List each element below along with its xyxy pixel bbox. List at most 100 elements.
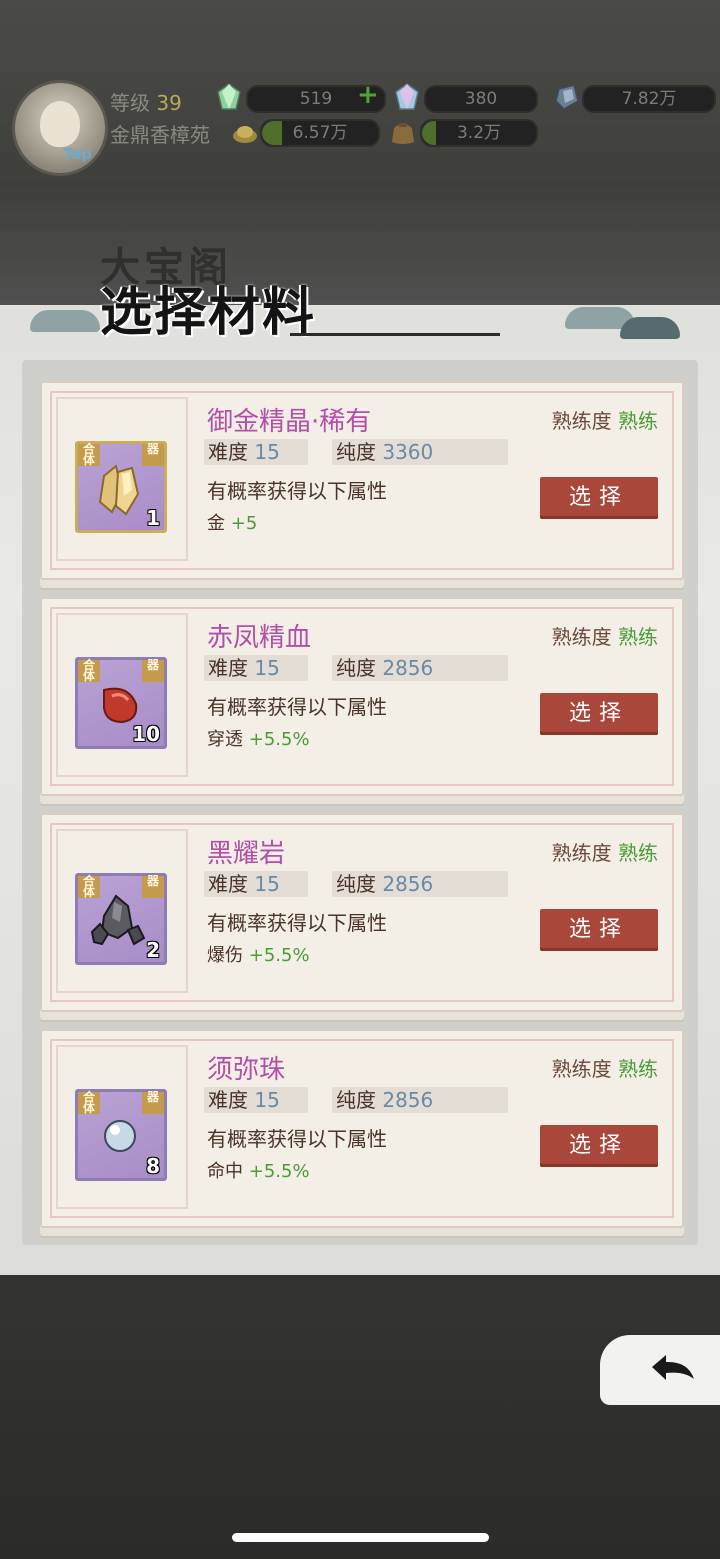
attribute-bonus: 穿透 +5.5% xyxy=(207,725,310,751)
mastery-label: 熟练度 熟练 xyxy=(552,837,658,866)
purity-stat: 纯度 2856 xyxy=(332,1087,508,1113)
purity-label: 纯度 xyxy=(336,1088,376,1112)
attribute-name: 穿透 xyxy=(207,729,243,750)
pearl-icon xyxy=(104,1120,136,1152)
material-card: 合体 器 10 赤凤精血 熟练度 熟练 难度 15 纯度 2856 有概率获得以… xyxy=(40,597,684,796)
material-count: 10 xyxy=(132,722,160,746)
material-count: 2 xyxy=(146,938,160,962)
level-label: 等级 39 xyxy=(110,87,182,116)
blue-ore-icon xyxy=(555,84,579,110)
purity-value: 2856 xyxy=(382,1088,434,1112)
chance-description: 有概率获得以下属性 xyxy=(207,1127,387,1151)
resource-value: 380 xyxy=(464,89,498,109)
purity-label: 纯度 xyxy=(336,872,376,896)
cloud-decoration xyxy=(620,317,680,339)
attribute-bonus: 命中 +5.5% xyxy=(207,1157,310,1183)
material-count: 8 xyxy=(146,1154,160,1178)
bag-icon xyxy=(392,123,414,144)
green-crystal-icon xyxy=(217,83,241,110)
blood-drop-icon xyxy=(103,687,138,724)
select-button[interactable]: 选择 xyxy=(540,477,658,519)
material-icon-slot[interactable]: 合体 器 8 xyxy=(75,1089,167,1181)
obsidian-rock-icon xyxy=(90,894,146,946)
purity-label: 纯度 xyxy=(336,440,376,464)
purity-stat: 纯度 2856 xyxy=(332,655,508,681)
purity-value: 3360 xyxy=(382,440,434,464)
title-underline xyxy=(290,333,500,336)
resource-bar-gold: 6.57万 xyxy=(260,119,380,147)
chance-description: 有概率获得以下属性 xyxy=(207,479,387,503)
tag-left: 合体 xyxy=(78,659,100,682)
add-resource-button[interactable]: + xyxy=(357,80,379,110)
difficulty-value: 15 xyxy=(254,440,280,464)
page-title: 选择材料 xyxy=(100,282,317,343)
select-button[interactable]: 选择 xyxy=(540,693,658,735)
resource-bar-rainbow-crystal: 380 xyxy=(424,85,538,113)
chance-description: 有概率获得以下属性 xyxy=(207,695,387,719)
resource-fill xyxy=(262,121,282,145)
resource-bar-blue-ore: 7.82万 xyxy=(582,85,716,113)
difficulty-stat: 难度 15 xyxy=(204,1087,308,1113)
material-icon-slot[interactable]: 合体 器 10 xyxy=(75,657,167,749)
material-card: 合体 器 2 黑耀岩 熟练度 熟练 难度 15 纯度 2856 有概率获得以下属… xyxy=(40,813,684,1012)
difficulty-label: 难度 xyxy=(208,872,248,896)
home-indicator[interactable] xyxy=(232,1533,489,1542)
difficulty-label: 难度 xyxy=(208,656,248,680)
attribute-value: +5 xyxy=(230,513,258,534)
tag-left: 合体 xyxy=(78,1091,100,1114)
attribute-name: 金 xyxy=(207,513,225,534)
place-name: 金鼎香樟苑 xyxy=(110,123,210,147)
attribute-name: 爆伤 xyxy=(207,945,243,966)
difficulty-label: 难度 xyxy=(208,440,248,464)
tag-right: 器 xyxy=(142,659,164,682)
select-button[interactable]: 选择 xyxy=(540,909,658,951)
tag-right: 器 xyxy=(142,1091,164,1114)
rainbow-crystal-icon xyxy=(395,83,419,110)
attribute-value: +5.5% xyxy=(248,1161,310,1182)
difficulty-value: 15 xyxy=(254,1088,280,1112)
level-text: 等级 xyxy=(110,91,150,115)
resource-fill xyxy=(422,121,436,145)
select-button[interactable]: 选择 xyxy=(540,1125,658,1167)
resource-bar-bag: 3.2万 xyxy=(420,119,538,147)
purity-stat: 纯度 2856 xyxy=(332,871,508,897)
material-name: 御金精晶·稀有 xyxy=(207,407,372,437)
mastery-level: 熟练 xyxy=(618,409,658,433)
mastery-level: 熟练 xyxy=(618,841,658,865)
mastery-text: 熟练度 xyxy=(551,841,612,865)
difficulty-stat: 难度 15 xyxy=(204,871,308,897)
material-name: 赤凤精血 xyxy=(207,623,312,653)
attribute-name: 命中 xyxy=(207,1161,243,1182)
purity-value: 2856 xyxy=(382,872,434,896)
resource-value: 519 xyxy=(299,89,333,109)
resource-value: 6.57万 xyxy=(292,123,348,143)
mastery-label: 熟练度 熟练 xyxy=(552,1053,658,1082)
difficulty-stat: 难度 15 xyxy=(204,655,308,681)
material-count: 1 xyxy=(146,506,160,530)
avatar-face xyxy=(40,101,80,147)
material-card: 合体 器 8 须弥珠 熟练度 熟练 难度 15 纯度 2856 有概率获得以下属… xyxy=(40,1029,684,1228)
material-name: 黑耀岩 xyxy=(207,839,286,869)
material-icon-slot[interactable]: 合体 器 2 xyxy=(75,873,167,965)
mastery-level: 熟练 xyxy=(618,625,658,649)
material-icon-slot[interactable]: 合体 器 1 xyxy=(75,441,167,533)
gold-crystal-icon xyxy=(98,464,140,516)
gold-ingot-icon xyxy=(233,126,257,143)
mastery-text: 熟练度 xyxy=(551,409,612,433)
level-value: 39 xyxy=(156,91,182,115)
difficulty-value: 15 xyxy=(254,656,280,680)
player-avatar[interactable]: Tap xyxy=(12,80,108,176)
purity-stat: 纯度 3360 xyxy=(332,439,508,465)
mastery-text: 熟练度 xyxy=(551,625,612,649)
attribute-value: +5.5% xyxy=(248,945,310,966)
mastery-level: 熟练 xyxy=(618,1057,658,1081)
mastery-label: 熟练度 熟练 xyxy=(552,621,658,650)
tag-right: 器 xyxy=(142,443,164,466)
back-button[interactable] xyxy=(600,1335,720,1405)
difficulty-label: 难度 xyxy=(208,1088,248,1112)
difficulty-stat: 难度 15 xyxy=(204,439,308,465)
purity-label: 纯度 xyxy=(336,656,376,680)
bottom-background xyxy=(0,1275,720,1559)
back-arrow-icon xyxy=(652,1355,694,1380)
difficulty-value: 15 xyxy=(254,872,280,896)
